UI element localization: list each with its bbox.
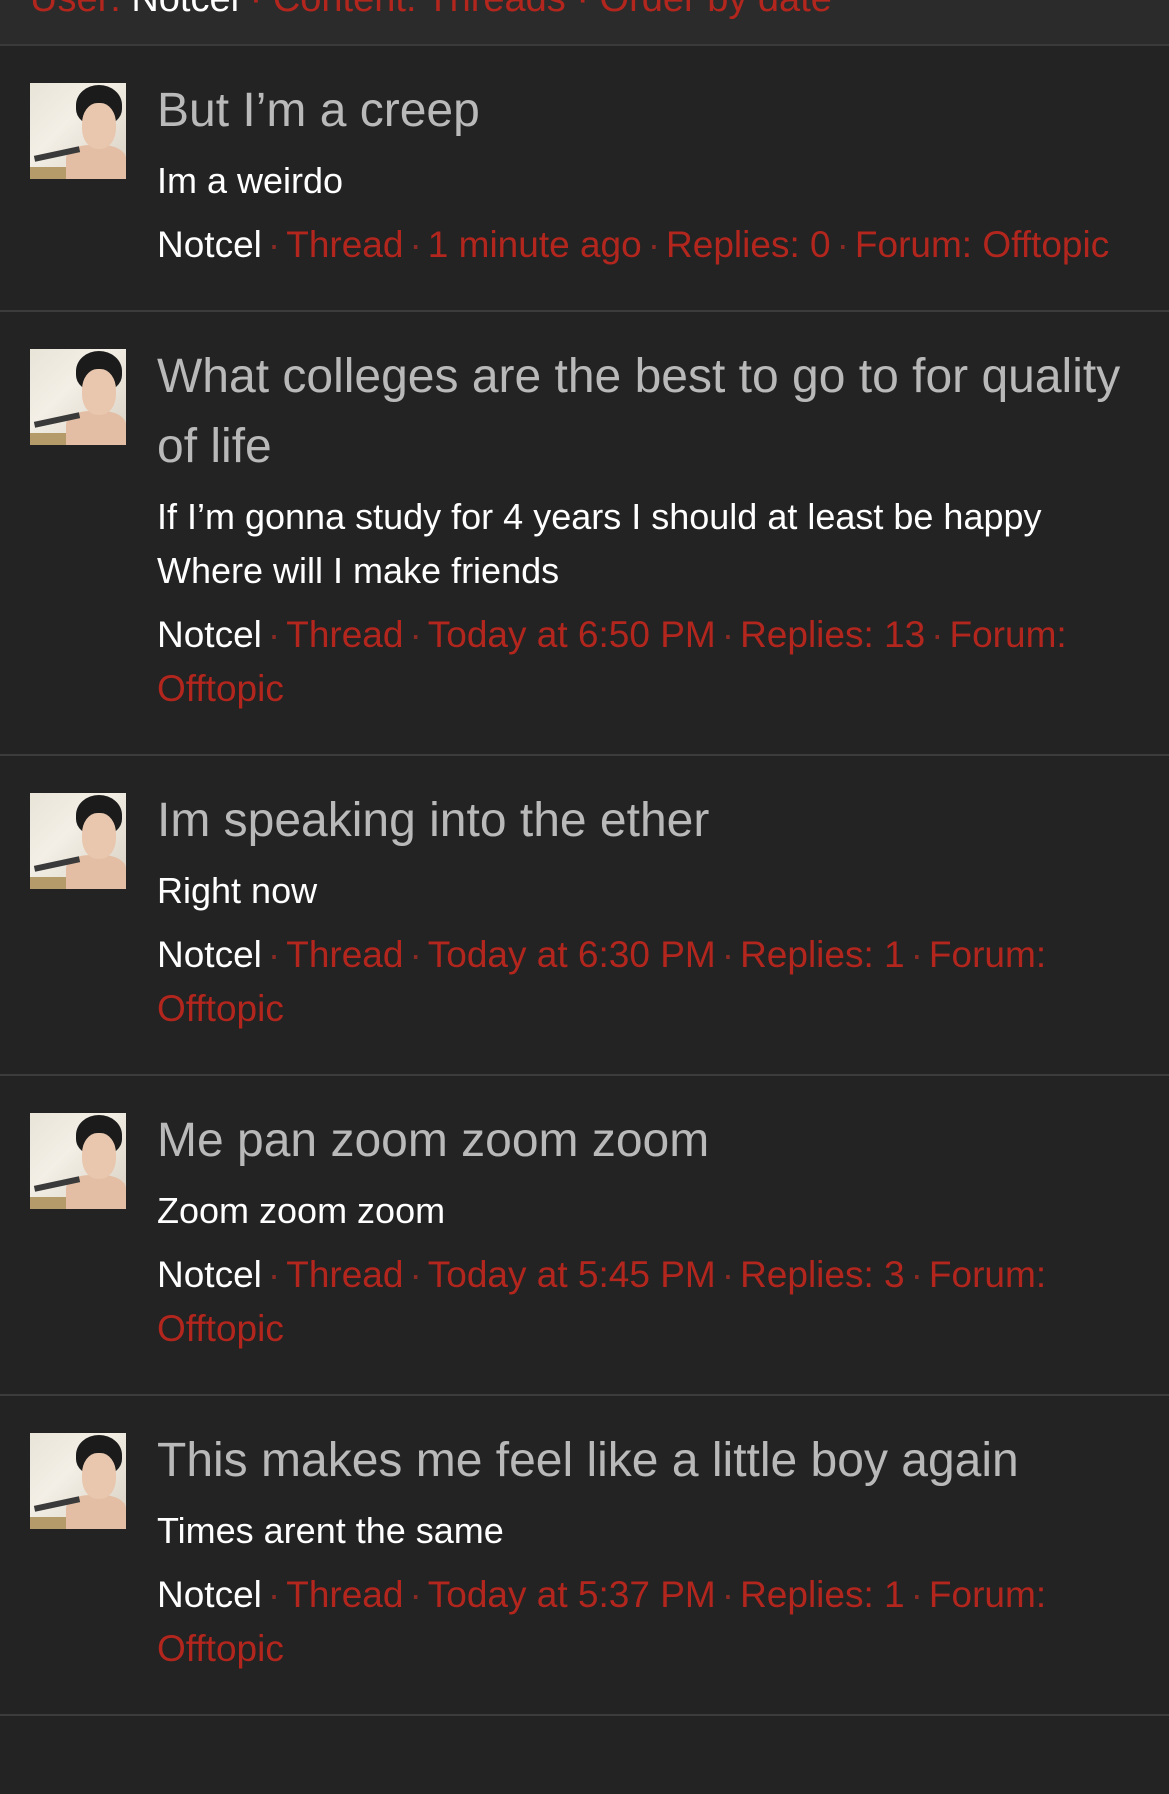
- content-type: Thread: [286, 1574, 404, 1615]
- thread-title-link[interactable]: Me pan zoom zoom zoom: [157, 1106, 1129, 1176]
- post-time: Today at 5:37 PM: [427, 1574, 716, 1615]
- author-link[interactable]: Notcel: [157, 1574, 262, 1615]
- filter-prefix: User:: [30, 0, 131, 20]
- search-result-item: This makes me feel like a little boy aga…: [0, 1396, 1169, 1716]
- content-type: Thread: [286, 224, 404, 265]
- thread-snippet: If I’m gonna study for 4 years I should …: [157, 496, 1042, 591]
- thread-title-link[interactable]: But I’m a creep: [157, 76, 1129, 146]
- thread-meta: Notcel · Thread · 1 minute ago · Replies: 0 · Fo…: [157, 224, 1110, 265]
- avatar[interactable]: [30, 1113, 126, 1209]
- search-result-item: Me pan zoom zoom zoom Zoom zoom zoom Not…: [0, 1076, 1169, 1396]
- thread-meta: Notcel · Thread · Today at 5:37 PM · Replies: …: [157, 1574, 1047, 1669]
- reply-count: Replies: 3: [740, 1254, 905, 1295]
- avatar[interactable]: [30, 1433, 126, 1529]
- search-results-list: But I’m a creep Im a weirdo Notcel · Threa…: [0, 46, 1169, 1716]
- thread-snippet: Im a weirdo: [157, 160, 344, 201]
- content-type: Thread: [286, 934, 404, 975]
- author-link[interactable]: Notcel: [157, 1254, 262, 1295]
- thread-title-link[interactable]: What colleges are the best to go to for …: [157, 342, 1129, 482]
- reply-count: Replies: 1: [740, 1574, 905, 1615]
- search-filter-bar: User: Notcel · Content: Threads · Order …: [0, 0, 1169, 46]
- filter-user-link[interactable]: Notcel: [131, 0, 239, 20]
- reply-count: Replies: 0: [666, 224, 831, 265]
- thread-meta: Notcel · Thread · Today at 5:45 PM · Replies: …: [157, 1254, 1047, 1349]
- reply-count: Replies: 1: [740, 934, 905, 975]
- forum-link[interactable]: Forum: Offtopic: [855, 224, 1109, 265]
- thread-meta: Notcel · Thread · Today at 6:50 PM · Replies: …: [157, 614, 1067, 709]
- post-time: 1 minute ago: [427, 224, 642, 265]
- content-type: Thread: [286, 1254, 404, 1295]
- avatar[interactable]: [30, 349, 126, 445]
- search-result-item: But I’m a creep Im a weirdo Notcel · Threa…: [0, 46, 1169, 312]
- avatar[interactable]: [30, 793, 126, 889]
- reply-count: Replies: 13: [740, 614, 926, 655]
- thread-title-link[interactable]: This makes me feel like a little boy aga…: [157, 1426, 1129, 1496]
- filter-suffix: · Content: Threads · Order by date: [239, 0, 832, 20]
- thread-title-link[interactable]: Im speaking into the ether: [157, 786, 1129, 856]
- post-time: Today at 5:45 PM: [427, 1254, 716, 1295]
- avatar[interactable]: [30, 83, 126, 179]
- post-time: Today at 6:50 PM: [427, 614, 716, 655]
- author-link[interactable]: Notcel: [157, 614, 262, 655]
- search-result-item: What colleges are the best to go to for …: [0, 312, 1169, 756]
- thread-meta: Notcel · Thread · Today at 6:30 PM · Replies: …: [157, 934, 1047, 1029]
- thread-snippet: Right now: [157, 870, 318, 911]
- content-type: Thread: [286, 614, 404, 655]
- search-result-item: Im speaking into the ether Right now Not…: [0, 756, 1169, 1076]
- search-filter-summary: User: Notcel · Content: Threads · Order …: [30, 0, 832, 21]
- author-link[interactable]: Notcel: [157, 934, 262, 975]
- post-time: Today at 6:30 PM: [427, 934, 716, 975]
- thread-snippet: Zoom zoom zoom: [157, 1190, 446, 1231]
- author-link[interactable]: Notcel: [157, 224, 262, 265]
- thread-snippet: Times arent the same: [157, 1510, 504, 1551]
